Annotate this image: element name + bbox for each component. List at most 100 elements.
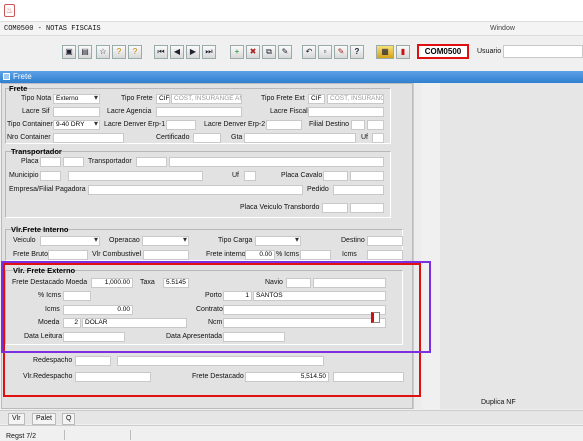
frame-icon: [3, 73, 10, 80]
tipo-frete-ext-desc: COST, INSURANG: [327, 94, 384, 104]
municipio-uf-label: Uf: [232, 172, 239, 179]
lacre-sif-label: Lacre Sif: [22, 108, 50, 115]
module-code-box: COM0500: [417, 44, 469, 59]
lacre-sif-field[interactable]: [53, 107, 100, 117]
tipo-frete-code[interactable]: CIF: [156, 94, 170, 104]
frete-interno-icms-label: Icms: [342, 251, 357, 258]
frete-interno-icms-field[interactable]: [367, 250, 403, 260]
status-text: Regst 7/2: [6, 433, 36, 440]
clipboard-icon[interactable]: ▫: [318, 45, 332, 59]
frete-interno-field[interactable]: 0.00: [245, 250, 275, 260]
tab-q[interactable]: Q: [62, 413, 76, 425]
uf-label: Uf: [361, 134, 368, 141]
municipio-name: [68, 171, 203, 181]
tipo-container-select[interactable]: 9-40 DRY: [53, 120, 100, 130]
gta-field[interactable]: [244, 133, 356, 143]
last-record-icon[interactable]: ⏭: [202, 45, 216, 59]
frete-interno-label: Frete interno: [206, 251, 246, 258]
undo-icon[interactable]: ↶: [302, 45, 316, 59]
filial-destino-label: Filial Destino: [309, 121, 350, 128]
frete-group-title: Frete: [9, 84, 28, 93]
insert-record-icon[interactable]: +: [230, 45, 244, 59]
execute-query-icon[interactable]: ?: [128, 45, 142, 59]
frete-interno-pct-icms-label: % Icms: [276, 251, 299, 258]
destino-field[interactable]: [367, 236, 403, 246]
operacao-label: Operacao: [109, 237, 140, 244]
municipio-uf-field[interactable]: [244, 171, 256, 181]
frete-frame-header: Frete: [0, 71, 583, 83]
filial-destino-field[interactable]: [351, 120, 365, 130]
tipo-nota-label: Tipo Nota: [21, 95, 52, 102]
filial-destino-desc: [367, 120, 384, 130]
frete-interno-pct-icms-field[interactable]: [300, 250, 331, 260]
usuario-field[interactable]: [503, 45, 583, 58]
lacre-denver1-field[interactable]: [166, 120, 196, 130]
operacao-select[interactable]: [142, 236, 189, 246]
exit-icon[interactable]: ▮: [396, 45, 410, 59]
tipo-frete-label: Tipo Frete: [121, 95, 153, 102]
certificado-field[interactable]: [193, 133, 221, 143]
purple-highlight-box: [1, 261, 431, 353]
first-record-icon[interactable]: ⏮: [154, 45, 168, 59]
tipo-frete-ext-code[interactable]: CIF: [308, 94, 325, 104]
clear-record-icon[interactable]: ✎: [278, 45, 292, 59]
pedido-label: Pedido: [307, 186, 329, 193]
right-scroll-area: [440, 83, 583, 409]
lacre-fiscal-label: Lacre Fiscal: [270, 108, 308, 115]
empresa-field[interactable]: [88, 185, 303, 195]
window-menu-bar: COM0500 - NOTAS FISCAIS Window: [0, 22, 583, 36]
frame-title: Frete: [13, 72, 32, 81]
placa-transbordo-field[interactable]: [322, 203, 348, 213]
help-query-icon[interactable]: ?: [112, 45, 126, 59]
prev-record-icon[interactable]: ◀: [170, 45, 184, 59]
placa-uf-field[interactable]: [63, 157, 84, 167]
veiculo-select[interactable]: [40, 236, 100, 246]
placa-cavalo-uf-field[interactable]: [350, 171, 384, 181]
window-menu[interactable]: Window: [490, 24, 515, 34]
destino-label: Destino: [341, 237, 365, 244]
print-icon[interactable]: ▤: [78, 45, 92, 59]
tipo-nota-select[interactable]: Externo: [53, 94, 100, 104]
pedido-field[interactable]: [333, 185, 384, 195]
lacre-agencia-field[interactable]: [156, 107, 242, 117]
frete-bruto-field[interactable]: [48, 250, 88, 260]
nro-container-label: Nro Container: [7, 134, 51, 141]
delete-record-icon[interactable]: ✖: [246, 45, 260, 59]
tab-palet[interactable]: Palet: [32, 413, 56, 425]
placa-field[interactable]: [40, 157, 61, 167]
transportador-name: [169, 157, 384, 167]
status-divider: [130, 430, 131, 440]
veiculo-label: Veiculo: [13, 237, 36, 244]
transportador-code[interactable]: [136, 157, 167, 167]
tab-strip: Vlr Palet Q: [0, 410, 583, 425]
duplica-nf-label: Duplica NF: [481, 399, 516, 406]
certificado-label: Certificado: [156, 134, 190, 141]
placa-label: Placa: [21, 158, 39, 165]
help-icon[interactable]: ?: [350, 45, 364, 59]
vlr-combustivel-field[interactable]: [143, 250, 189, 260]
lacre-denver1-label: Lacre Denver Erp-1: [104, 121, 166, 128]
java-icon: ♨: [4, 4, 15, 17]
uf-field[interactable]: [372, 133, 384, 143]
tipo-container-label: Tipo Container: [7, 121, 53, 128]
tipo-frete-ext-label: Tipo Frete Ext: [261, 95, 305, 102]
placa-transbordo-uf-field[interactable]: [350, 203, 384, 213]
lacre-denver2-field[interactable]: [266, 120, 302, 130]
query-icon[interactable]: ☆: [96, 45, 110, 59]
frete-bruto-label: Frete Bruto: [13, 251, 49, 258]
placa-cavalo-label: Placa Cavalo: [281, 172, 323, 179]
title-bar: ♨: [0, 0, 583, 22]
lacre-agencia-label: Lacre Agencia: [107, 108, 152, 115]
tab-vlr[interactable]: Vlr: [8, 413, 25, 425]
tipo-carga-select[interactable]: [255, 236, 301, 246]
municipio-code[interactable]: [40, 171, 61, 181]
placa-cavalo-field[interactable]: [323, 171, 348, 181]
next-record-icon[interactable]: ▶: [186, 45, 200, 59]
attach-icon[interactable]: ✎: [334, 45, 348, 59]
lacre-fiscal-field[interactable]: [308, 107, 384, 117]
module-code: COM0500: [424, 47, 462, 56]
report-icon[interactable]: ▦: [376, 45, 394, 59]
duplicate-record-icon[interactable]: ⧉: [262, 45, 276, 59]
nro-container-field[interactable]: [53, 133, 124, 143]
save-icon[interactable]: ▣: [62, 45, 76, 59]
